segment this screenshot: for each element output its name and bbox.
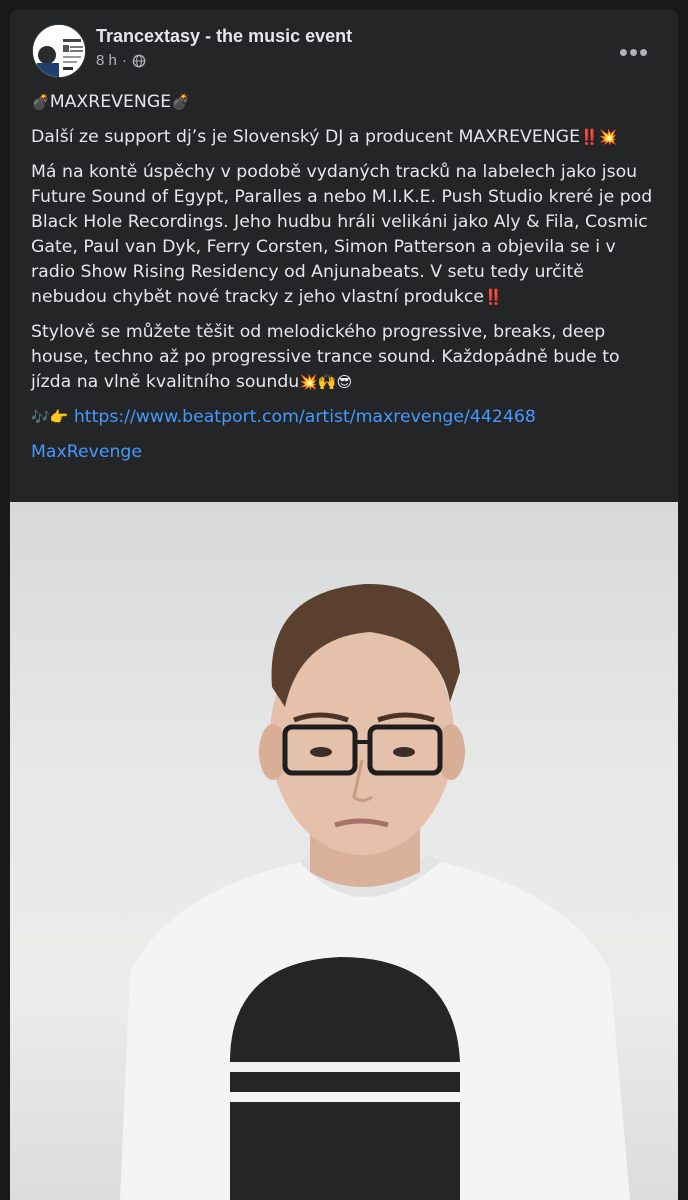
maxrevenge-link[interactable]: MaxRevenge [31,442,142,462]
beatport-link[interactable]: https://www.beatport.com/artist/maxreven… [74,407,536,427]
post-title-line: 💣MAXREVENGE💣 [31,90,659,115]
page-name-link[interactable]: Trancextasy - the music event [96,26,352,47]
post-meta: 8 h · [96,52,146,69]
link-line: 🎶👉 https://www.beatport.com/artist/maxre… [31,405,659,430]
paragraph-1: Další ze support dj’s je Slovenský DJ a … [31,125,659,150]
exclamation-collision-icon: ‼️💥 [580,128,618,146]
paragraph-2-text: Má na kontě úspěchy v podobě vydaných tr… [31,162,653,307]
post-card: Trancextasy - the music event 8 h · ••• … [10,10,678,1200]
more-options-button[interactable]: ••• [614,32,654,72]
portrait-illustration [120,583,630,1200]
paragraph-2: Má na kontě úspěchy v podobě vydaných tr… [31,160,659,310]
post-photo[interactable] [10,502,678,1200]
globe-icon[interactable] [132,54,146,68]
page-avatar[interactable] [32,24,86,78]
music-pointing-icon: 🎶👉 [31,408,69,426]
post-title: MAXREVENGE [49,92,172,112]
bomb-icon: 💣 [171,93,190,111]
post-header: Trancextasy - the music event 8 h · ••• [32,24,662,80]
paragraph-3: Stylově se můžete těšit od melodického p… [31,320,659,395]
hashtag-line: MaxRevenge [31,440,659,465]
collision-raised-hands-sunglasses-icon: 💥🙌😎 [299,373,353,391]
more-options-icon: ••• [618,37,650,67]
bomb-icon: 💣 [31,93,50,111]
avatar-image [33,25,85,77]
paragraph-1-text: Další ze support dj’s je Slovenský DJ a … [31,127,580,147]
exclamation-icon: ‼️ [484,288,503,306]
post-text: 💣MAXREVENGE💣 Další ze support dj’s je Sl… [31,90,659,475]
post-timestamp[interactable]: 8 h [96,52,117,69]
meta-separator: · [121,52,127,69]
